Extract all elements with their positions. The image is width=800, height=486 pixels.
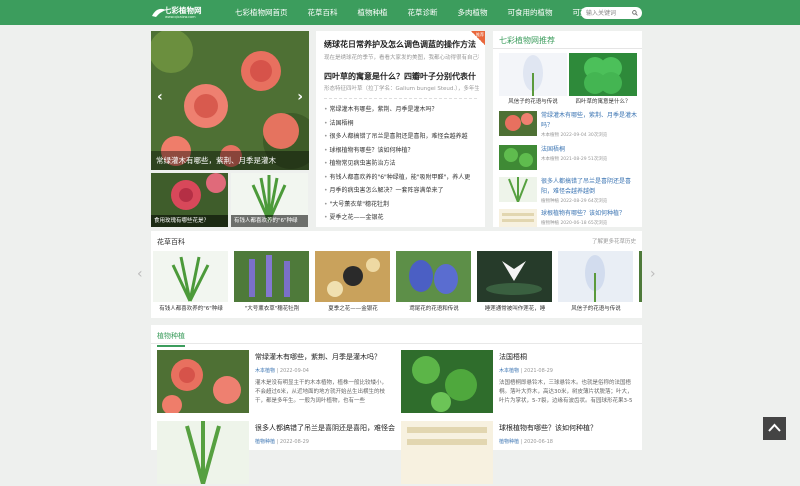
article-image[interactable] xyxy=(401,421,493,484)
carousel-image[interactable] xyxy=(234,251,309,302)
slider-next-icon[interactable]: › xyxy=(297,89,303,105)
list-item[interactable]: 植物常见病虫害防治方法 xyxy=(324,157,482,171)
list-item[interactable]: 法国梧桐 xyxy=(324,117,482,131)
recommend-title: 七彩植物网推荐 xyxy=(499,36,555,45)
thumb-card[interactable]: 有钱人都喜欢养的"6"种绿 xyxy=(231,173,308,227)
top-nav: 七彩植物网 www.qicaizw.com 七彩植物网首页 花草百科 植物种植 … xyxy=(0,0,800,25)
carousel-image[interactable] xyxy=(477,251,552,302)
search-box xyxy=(581,7,642,19)
recommend-item-meta: 植物种植 2022-08-29 64次浏览 xyxy=(541,199,608,204)
article-card[interactable]: 球根植物有哪些？该如何种植？ 植物种植 | 2020-06-18 xyxy=(401,421,636,486)
carousel-caption[interactable]: 有钱人都喜欢养的"6"种绿 xyxy=(151,304,231,312)
recommend-image-caption[interactable]: 四叶草的寓意是什么？ xyxy=(569,97,637,105)
recommend-item-title[interactable]: 很多人都搞错了吊兰是喜阴还是喜阳，难怪会越养越倒 xyxy=(541,177,639,197)
recommend-item-title[interactable]: 球根植物有哪些？该如何种植？ xyxy=(541,209,639,219)
slider-prev-icon[interactable]: ‹ xyxy=(157,89,163,105)
back-to-top-button[interactable] xyxy=(763,417,786,440)
article-card[interactable]: 法国梧桐 木本植物 | 2021-08-29 法国梧桐即悬铃木，三球悬铃木。也就… xyxy=(401,350,636,415)
article-card[interactable]: 常绿灌木有哪些，紫荆、月季是灌木吗？ 木本植物 | 2022-09-04 灌木是… xyxy=(157,350,392,415)
menu-item-home[interactable]: 七彩植物网首页 xyxy=(225,0,298,25)
article-image[interactable] xyxy=(401,350,493,413)
search-icon[interactable] xyxy=(632,10,638,16)
slider-caption[interactable]: 常绿灌木有哪些，紫荆、月季是灌木 xyxy=(151,151,309,170)
list-item[interactable]: 有钱人都喜欢养的"6"种绿植，能"吸附甲醛"，养人更 xyxy=(324,171,482,185)
rose-image xyxy=(151,31,309,170)
carousel-image[interactable] xyxy=(153,251,228,302)
headline-desc: 形态特征四叶草（拉丁学名：Galium bungei Steud.），多年生草本… xyxy=(324,86,479,92)
carousel-next-icon[interactable]: › xyxy=(650,266,656,282)
article-title[interactable]: 法国梧桐 xyxy=(499,352,527,362)
article-image[interactable] xyxy=(157,421,249,484)
divider xyxy=(493,48,642,49)
menu-item-edible[interactable]: 可食用的植物 xyxy=(498,0,563,25)
more-link[interactable]: 了解更多花草历史 xyxy=(592,237,636,245)
recommend-item[interactable]: 法国梧桐 木本植物 2021-08-29 51次浏览 xyxy=(499,145,639,180)
menu-item-diagnosis[interactable]: 花草诊断 xyxy=(398,0,448,25)
recommend-panel: 七彩植物网推荐 风信子的花语与传说 四叶草的寓意是什么？ 常绿灌木有哪些，紫荆、… xyxy=(493,31,642,227)
article-meta: 木本植物 | 2021-08-29 xyxy=(499,368,553,374)
chevron-up-icon xyxy=(768,423,781,432)
headline-panel: 推荐 绣球花日常养护及怎么调色调蓝的操作方法 现在是绣球花的季节，看看大家发的美… xyxy=(316,31,485,227)
recommend-image[interactable] xyxy=(569,53,637,96)
article-desc: 灌木是没有明显主干的木本植物，植株一般比较矮小，不会超过6米，从近地面的地方就开… xyxy=(255,380,388,404)
article-card[interactable]: 很多人都搞错了吊兰是喜阴还是喜阳，难怪会 植物种植 | 2022-08-29 xyxy=(157,421,395,486)
logo-url: www.qicaizw.com xyxy=(165,15,196,19)
menu-item-baike[interactable]: 花草百科 xyxy=(298,0,348,25)
list-item[interactable]: 月季的病虫害怎么解决？一套阵容满单来了 xyxy=(324,184,482,198)
list-item[interactable]: 球根植物有哪些？该如何种植？ xyxy=(324,144,482,158)
carousel-caption[interactable]: 鸢尾花的花语和传说 xyxy=(394,304,474,312)
headline-title[interactable]: 四叶草的寓意是什么？四瓣叶子分别代表什 xyxy=(324,71,476,82)
site-logo[interactable]: 七彩植物网 www.qicaizw.com xyxy=(150,4,210,21)
carousel-image[interactable] xyxy=(558,251,633,302)
carousel-caption[interactable]: 夏季之花——金银花 xyxy=(313,304,393,312)
article-meta: 植物种植 | 2020-06-18 xyxy=(499,439,553,445)
list-item[interactable]: 夏季之花——金银花 xyxy=(324,211,482,225)
article-meta: 木本植物 | 2022-09-04 xyxy=(255,368,309,374)
carousel-prev-icon[interactable]: ‹ xyxy=(137,266,143,282)
article-title[interactable]: 球根植物有哪些？该如何种植？ xyxy=(499,423,597,433)
article-meta: 植物种植 | 2022-08-29 xyxy=(255,439,309,445)
baike-section: 花草百科 了解更多花草历史 有钱人都喜欢养的"6"种绿 "大号薰衣草"穗花牡荆 … xyxy=(151,231,642,318)
recommend-image[interactable] xyxy=(499,53,567,96)
list-item[interactable]: 很多人都搞错了吊兰是喜阴还是喜阳，难怪会越养越 xyxy=(324,130,482,144)
article-image[interactable] xyxy=(157,350,249,413)
article-title[interactable]: 常绿灌木有哪些，紫荆、月季是灌木吗？ xyxy=(255,352,381,362)
headline-title[interactable]: 绣球花日常养护及怎么调色调蓝的操作方法 xyxy=(324,39,476,50)
main-menu: 七彩植物网首页 花草百科 植物种植 花草诊断 多肉植物 可食用的植物 可药用的植… xyxy=(225,0,628,25)
planting-section: 植物种植 常绿灌木有哪些，紫荆、月季是灌木吗？ 木本植物 | 2022-09-0… xyxy=(151,325,642,484)
menu-item-planting[interactable]: 植物种植 xyxy=(348,0,398,25)
thumb-card[interactable]: 食用玫瑰有哪些花是？ xyxy=(151,173,228,227)
recommend-item-title[interactable]: 常绿灌木有哪些，紫荆、月季是灌木吗？ xyxy=(541,111,639,131)
recommend-item-meta: 木本植物 2022-09-04 30次浏览 xyxy=(541,133,608,138)
carousel-caption[interactable]: 睡莲通常被叫作莲花，睡 xyxy=(475,304,555,312)
thumb-caption: 食用玫瑰有哪些花是？ xyxy=(151,215,228,227)
thumb-caption: 有钱人都喜欢养的"6"种绿 xyxy=(231,215,308,227)
recommend-item[interactable]: 球根植物有哪些？该如何种植？ 植物种植 2020-06-18 65次浏览 xyxy=(499,209,639,227)
carousel-caption[interactable]: 风信子的花语与传说 xyxy=(556,304,636,312)
carousel-image[interactable] xyxy=(315,251,390,302)
recommend-item-meta: 植物种植 2020-06-18 65次浏览 xyxy=(541,221,608,226)
recommend-item[interactable]: 很多人都搞错了吊兰是喜阴还是喜阳，难怪会越养越倒 植物种植 2022-08-29… xyxy=(499,177,639,212)
list-item[interactable]: 常绿灌木有哪些，紫荆、月季是灌木吗？ xyxy=(324,103,482,117)
divider xyxy=(151,343,642,344)
article-desc: 法国梧桐即悬铃木，三球悬铃木。也就是俗称的法国梧桐。落叶大乔木，高达30米，树皮… xyxy=(499,380,633,404)
recommend-item-meta: 木本植物 2021-08-29 51次浏览 xyxy=(541,157,608,162)
divider xyxy=(324,98,477,99)
menu-item-succulents[interactable]: 多肉植物 xyxy=(448,0,498,25)
article-list: 常绿灌木有哪些，紫荆、月季是灌木吗？ 法国梧桐 很多人都搞错了吊兰是喜阴还是喜阳… xyxy=(324,103,482,225)
hero-slider[interactable]: ‹ › 常绿灌木有哪些，紫荆、月季是灌木 xyxy=(151,31,309,170)
section-title: 花草百科 xyxy=(157,238,185,246)
section-title: 植物种植 xyxy=(157,331,185,347)
recommend-item[interactable]: 常绿灌木有哪些，紫荆、月季是灌木吗？ 木本植物 2022-09-04 30次浏览 xyxy=(499,111,639,146)
headline-desc: 现在是绣球花的季节，看看大家发的美图，我都心动得很有自己种花的 xyxy=(324,55,479,61)
article-title[interactable]: 很多人都搞错了吊兰是喜阴还是喜阳，难怪会 xyxy=(255,423,395,433)
carousel-caption[interactable]: "大号薰衣草"穗花牡荆 xyxy=(232,304,312,312)
list-item[interactable]: "大号薰衣草"穗花牡荆 xyxy=(324,198,482,212)
recommend-image-caption[interactable]: 风信子的花语与传说 xyxy=(499,97,567,105)
carousel-image[interactable] xyxy=(396,251,471,302)
recommend-item-title[interactable]: 法国梧桐 xyxy=(541,145,639,155)
carousel-image[interactable] xyxy=(639,251,642,302)
search-input[interactable] xyxy=(581,7,629,19)
